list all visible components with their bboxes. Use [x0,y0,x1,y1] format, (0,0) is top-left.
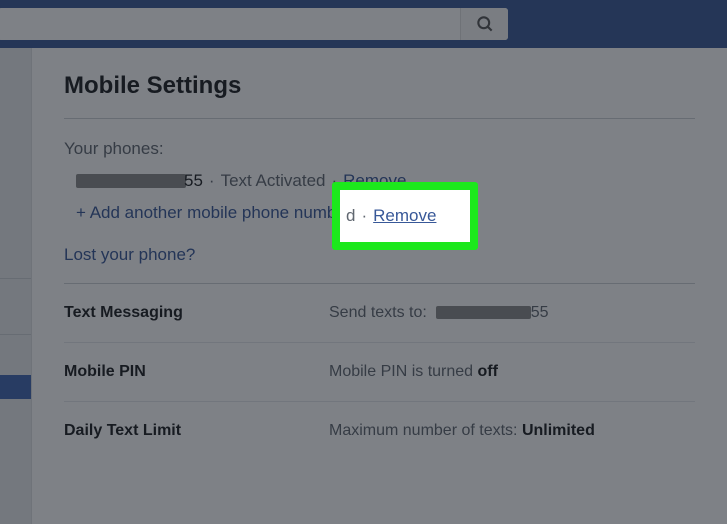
page-title: Mobile Settings [64,72,695,100]
separator-dot: · [331,171,337,191]
search-input[interactable] [0,8,460,40]
daily-limit-status: Unlimited [522,422,595,439]
mobile-pin-value: Mobile PIN is turned off [329,363,498,381]
lost-phone-link[interactable]: Lost your phone? [64,245,195,264]
phone-suffix: 55 [184,171,203,191]
phone-entry: 55 · Text Activated · Remove [64,171,695,191]
separator-dot: · [209,171,215,191]
search-container [0,8,508,40]
lost-phone-row: Lost your phone? [64,245,695,265]
settings-table: Text Messaging Send texts to: 55 Mobile … [64,283,695,460]
daily-limit-value: Maximum number of texts: Unlimited [329,422,595,440]
your-phones-label: Your phones: [64,139,695,159]
text-messaging-label: Text Messaging [64,304,329,322]
layout: Mobile Settings Your phones: 55 · Text A… [0,48,727,524]
mobile-pin-label: Mobile PIN [64,363,329,381]
search-button[interactable] [460,8,508,40]
text-messaging-row[interactable]: Text Messaging Send texts to: 55 [64,284,695,343]
mobile-pin-prefix: Mobile PIN is turned [329,363,473,380]
add-phone-link[interactable]: + Add another mobile phone number [76,203,352,222]
phone-number-redacted [76,174,186,188]
daily-limit-label: Daily Text Limit [64,422,329,440]
text-messaging-value: Send texts to: 55 [329,304,549,322]
content-area: Mobile Settings Your phones: 55 · Text A… [32,48,727,524]
send-texts-redacted [436,306,531,319]
daily-limit-row[interactable]: Daily Text Limit Maximum number of texts… [64,402,695,460]
phone-status: Text Activated [221,171,326,191]
send-texts-suffix: 55 [531,304,549,321]
mobile-pin-row[interactable]: Mobile PIN Mobile PIN is turned off [64,343,695,402]
sidebar-selected-item[interactable] [0,375,31,399]
remove-phone-link[interactable]: Remove [343,171,406,191]
mobile-pin-status: off [478,363,498,380]
send-texts-prefix: Send texts to: [329,304,427,321]
daily-limit-prefix: Maximum number of texts: [329,422,518,439]
divider [64,118,695,119]
add-phone-row: + Add another mobile phone number [64,203,695,223]
search-icon [475,14,495,34]
top-bar [0,0,727,48]
left-sidebar [0,48,32,524]
